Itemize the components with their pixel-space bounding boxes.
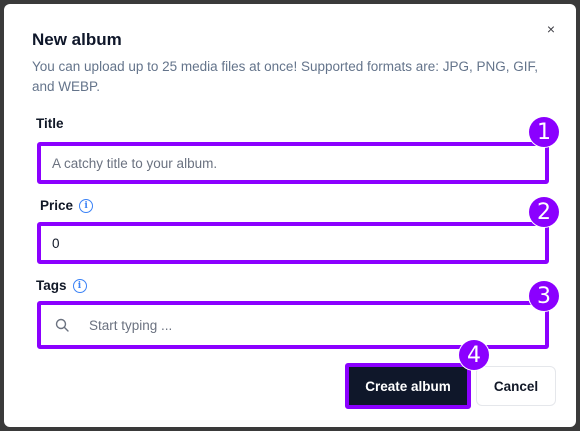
create-album-button[interactable]: Create album [345, 363, 471, 409]
info-icon[interactable]: i [79, 198, 94, 213]
badge-2: 2 [529, 197, 559, 227]
title-label: Title [36, 116, 64, 131]
price-input-value: 0 [52, 235, 60, 251]
dialog-title: New album [32, 30, 122, 49]
cancel-button[interactable]: Cancel [476, 366, 556, 406]
tags-label: Tags i [36, 278, 87, 293]
badge-4: 4 [459, 340, 489, 370]
title-label-text: Title [36, 116, 64, 131]
search-icon [55, 318, 69, 332]
price-label-text: Price [40, 198, 74, 213]
new-album-dialog: × New album You can upload up to 25 medi… [4, 4, 576, 427]
badge-1: 1 [529, 117, 559, 147]
tags-label-text: Tags [36, 278, 67, 293]
info-icon[interactable]: i [72, 278, 87, 293]
title-input-placeholder: A catchy title to your album. [52, 155, 218, 171]
badge-3: 3 [529, 281, 559, 311]
close-icon[interactable]: × [544, 22, 558, 36]
title-input[interactable]: A catchy title to your album. [37, 142, 549, 184]
tags-input-placeholder: Start typing ... [89, 317, 173, 333]
dialog-description: You can upload up to 25 media files at o… [32, 59, 539, 94]
price-input[interactable]: 0 [37, 222, 549, 264]
price-label: Price i [40, 198, 94, 213]
